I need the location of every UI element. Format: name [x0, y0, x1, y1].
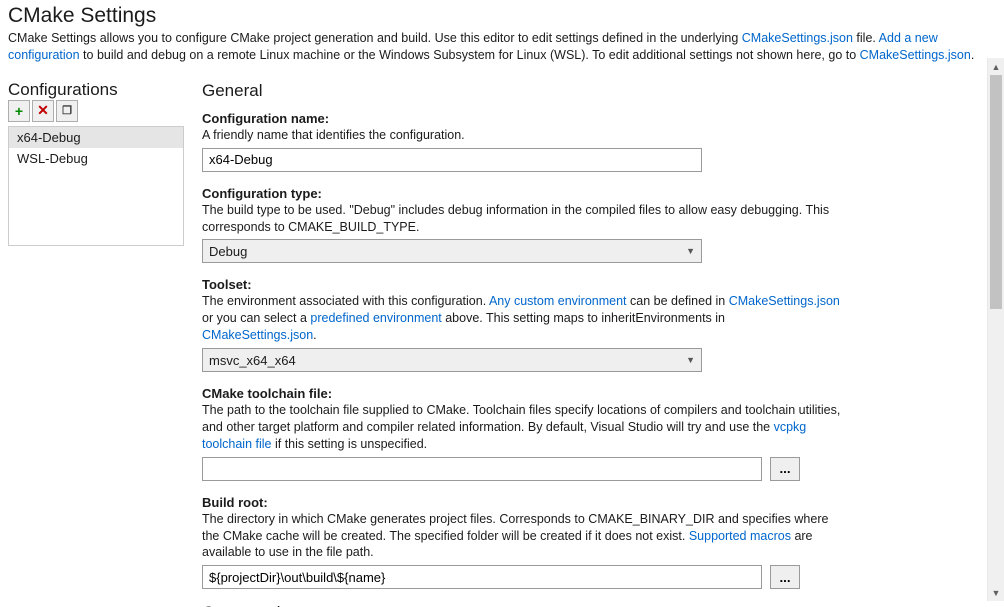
link-cmakesettings-json-toolset[interactable]: CMakeSettings.json	[729, 294, 840, 308]
vertical-scrollbar[interactable]: ▲ ▼	[987, 58, 1004, 601]
field-configuration-name: Configuration name: A friendly name that…	[202, 111, 842, 172]
configuration-item[interactable]: WSL-Debug	[9, 148, 183, 169]
scroll-up-icon[interactable]: ▲	[988, 58, 1004, 75]
build-root-desc: The directory in which CMake generates p…	[202, 511, 842, 562]
configuration-name-label: Configuration name:	[202, 111, 842, 126]
build-root-browse-button[interactable]: ...	[770, 565, 800, 589]
build-root-input[interactable]	[202, 565, 762, 589]
general-section-heading: General	[202, 81, 972, 101]
field-toolset: Toolset: The environment associated with…	[202, 277, 842, 372]
toolset-desc: The environment associated with this con…	[202, 293, 842, 344]
page-description: CMake Settings allows you to configure C…	[8, 30, 996, 64]
configurations-list: x64-Debug WSL-Debug	[8, 126, 184, 246]
field-toolchain-file: CMake toolchain file: The path to the to…	[202, 386, 842, 481]
chevron-down-icon: ▼	[686, 355, 695, 365]
toolchain-browse-button[interactable]: ...	[770, 457, 800, 481]
link-predefined-environment[interactable]: predefined environment	[310, 311, 441, 325]
link-cmakesettings-json[interactable]: CMakeSettings.json	[742, 31, 853, 45]
configuration-type-select[interactable]: Debug ▼	[202, 239, 702, 263]
configuration-type-value: Debug	[209, 244, 247, 259]
toolchain-file-input[interactable]	[202, 457, 762, 481]
toolset-value: msvc_x64_x64	[209, 353, 296, 368]
configuration-name-desc: A friendly name that identifies the conf…	[202, 127, 842, 144]
remove-configuration-button[interactable]: ✕	[32, 100, 54, 122]
configurations-heading: Configurations	[8, 80, 118, 100]
field-build-root: Build root: The directory in which CMake…	[202, 495, 842, 590]
toolchain-file-desc: The path to the toolchain file supplied …	[202, 402, 842, 453]
configurations-sidebar: Configurations + ✕ ❐ x64-Debug WSL-Debug	[8, 80, 184, 607]
toolchain-file-label: CMake toolchain file:	[202, 386, 842, 401]
link-supported-macros[interactable]: Supported macros	[689, 529, 791, 543]
duplicate-configuration-button[interactable]: ❐	[56, 100, 78, 122]
configuration-type-desc: The build type to be used. "Debug" inclu…	[202, 202, 842, 236]
toolset-label: Toolset:	[202, 277, 842, 292]
configuration-type-label: Configuration type:	[202, 186, 842, 201]
field-configuration-type: Configuration type: The build type to be…	[202, 186, 842, 264]
link-cmakesettings-json-toolset-2[interactable]: CMakeSettings.json	[202, 328, 313, 342]
page-header: CMake Settings CMake Settings allows you…	[0, 0, 1004, 70]
chevron-down-icon: ▼	[686, 246, 695, 256]
link-cmakesettings-json-2[interactable]: CMakeSettings.json	[860, 48, 971, 62]
link-any-custom-environment[interactable]: Any custom environment	[489, 294, 627, 308]
scroll-thumb[interactable]	[990, 75, 1002, 309]
build-root-label: Build root:	[202, 495, 842, 510]
scroll-down-icon[interactable]: ▼	[988, 584, 1004, 601]
configuration-name-input[interactable]	[202, 148, 702, 172]
toolset-select[interactable]: msvc_x64_x64 ▼	[202, 348, 702, 372]
scroll-track[interactable]	[988, 75, 1004, 584]
settings-main: General Configuration name: A friendly n…	[202, 81, 972, 607]
configurations-toolbar: + ✕ ❐	[8, 100, 184, 122]
command-arguments-section-heading: Command arguments	[202, 603, 972, 607]
page-title: CMake Settings	[8, 4, 996, 28]
add-configuration-button[interactable]: +	[8, 100, 30, 122]
configuration-item[interactable]: x64-Debug	[9, 127, 183, 148]
